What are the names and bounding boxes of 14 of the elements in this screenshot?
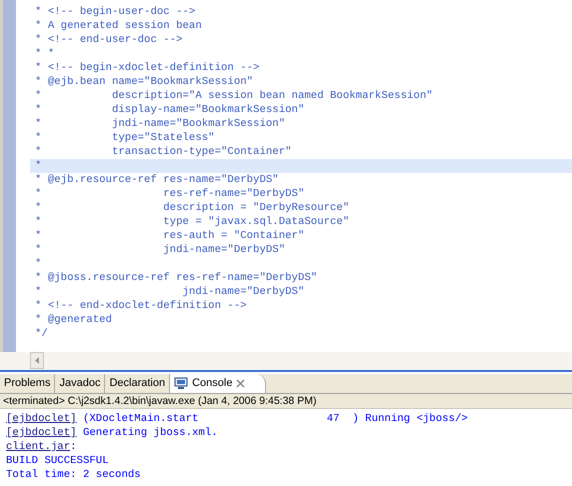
left-arrow-icon — [35, 357, 39, 364]
console-text: (XDocletMain.start 47 ) Running <jboss/> — [82, 412, 468, 426]
console-text: BUILD SUCCESSFUL — [6, 454, 109, 468]
console-status: <terminated> C:\j2sdk1.4.2\bin\javaw.exe (Jan 4, 2006 9:45:38 PM) — [0, 394, 572, 409]
console-link[interactable]: client.jar — [6, 440, 70, 454]
monitor-icon — [174, 377, 188, 390]
console-text: : — [70, 440, 77, 454]
console-link[interactable]: [ejbdoclet] — [6, 412, 77, 426]
console-text: Generating jboss.xml. — [82, 426, 218, 440]
scroll-left-button[interactable] — [30, 352, 44, 369]
close-icon[interactable] — [236, 379, 246, 388]
console-link[interactable]: [ejbdoclet] — [6, 426, 77, 440]
panel-tab[interactable]: Console — [170, 374, 266, 393]
console-text: Total time: 2 seconds — [6, 468, 141, 482]
